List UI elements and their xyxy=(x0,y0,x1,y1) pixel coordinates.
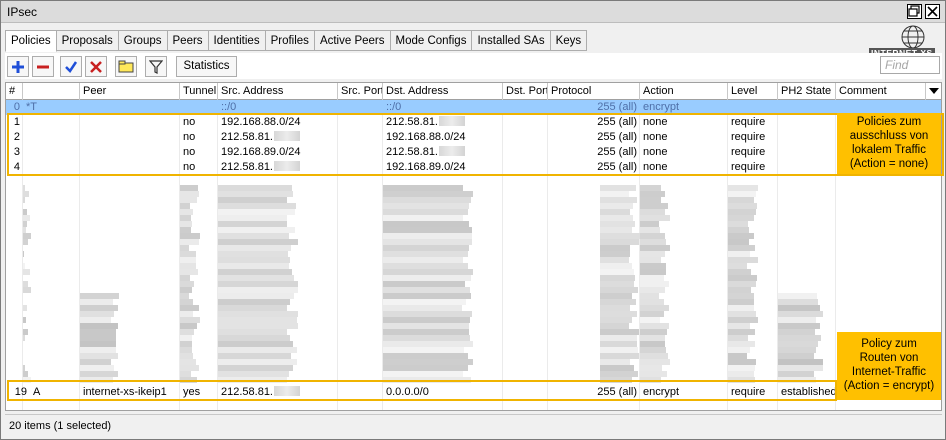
add-button[interactable] xyxy=(7,56,29,77)
redacted-block xyxy=(23,239,28,245)
column-chooser-button[interactable] xyxy=(926,83,941,100)
plus-icon xyxy=(12,60,24,73)
close-icon xyxy=(927,6,938,17)
minus-icon xyxy=(37,65,49,68)
filter-button[interactable] xyxy=(145,56,167,77)
filter-icon xyxy=(149,59,163,74)
redacted-block xyxy=(23,251,24,257)
col-header-level[interactable]: Level xyxy=(728,83,778,100)
check-icon xyxy=(65,60,78,73)
redacted-block xyxy=(23,305,27,311)
globe-icon xyxy=(901,25,925,49)
statistics-button[interactable]: Statistics xyxy=(176,56,237,77)
tab-mode-configs[interactable]: Mode Configs xyxy=(390,30,473,51)
col-header-dst-address[interactable]: Dst. Address xyxy=(383,83,503,100)
close-button[interactable] xyxy=(925,4,940,19)
tab-profiles[interactable]: Profiles xyxy=(265,30,315,51)
annotation-line: (Action = none) xyxy=(849,158,929,170)
highlight-internet-policy xyxy=(7,380,837,401)
cross-icon xyxy=(90,60,102,73)
annotation-line: Internet-Traffic xyxy=(851,366,927,378)
redacted-block xyxy=(23,317,26,323)
remove-button[interactable] xyxy=(32,56,54,77)
annotation-line: (Action = encrypt) xyxy=(843,380,935,392)
col-header-tunnel[interactable]: Tunnel xyxy=(180,83,218,100)
tab-installed-sas[interactable]: Installed SAs xyxy=(472,30,551,51)
ipsec-window: IPsec Policies Proposals Groups Peers Id… xyxy=(0,0,946,440)
col-header-peer[interactable]: Peer xyxy=(80,83,180,100)
annotation-line: ausschluss von xyxy=(849,130,929,142)
annotation-line: Policy zum xyxy=(861,338,917,350)
tab-groups[interactable]: Groups xyxy=(118,30,168,51)
annotation-local-traffic: Policies zum ausschluss von lokalem Traf… xyxy=(837,113,941,174)
tab-proposals[interactable]: Proposals xyxy=(56,30,119,51)
note-icon xyxy=(118,60,134,72)
redacted-block xyxy=(23,335,25,341)
status-text: 20 items (1 selected) xyxy=(9,420,112,432)
toolbar: Statistics xyxy=(5,53,942,79)
col-header-src-port[interactable]: Src. Port xyxy=(338,83,383,100)
col-header-comment[interactable]: Comment xyxy=(836,83,926,100)
tab-active-peers[interactable]: Active Peers xyxy=(314,30,391,51)
disable-button[interactable] xyxy=(85,56,107,77)
col-header-ph2-state[interactable]: PH2 State xyxy=(778,83,836,100)
table-header: # Peer Tunnel Src. Address Src. Port Dst… xyxy=(6,83,941,100)
col-header-action[interactable]: Action xyxy=(640,83,728,100)
restore-icon xyxy=(908,5,920,17)
status-bar: 20 items (1 selected) xyxy=(5,414,942,436)
tab-identities[interactable]: Identities xyxy=(208,30,266,51)
window-title: IPsec xyxy=(7,5,38,19)
annotation-internet-traffic: Policy zum Routen von Internet-Traffic (… xyxy=(837,332,941,400)
title-bar: IPsec xyxy=(1,1,945,23)
redacted-block xyxy=(23,269,30,275)
col-header-flags[interactable] xyxy=(23,83,80,100)
redacted-block xyxy=(23,197,25,203)
dropdown-arrow-icon xyxy=(929,88,939,94)
col-header-src-address[interactable]: Src. Address xyxy=(218,83,338,100)
highlight-local-policies xyxy=(7,113,944,176)
annotation-line: Policies zum xyxy=(856,116,922,128)
col-header-dst-port[interactable]: Dst. Port xyxy=(503,83,548,100)
restore-button[interactable] xyxy=(907,4,922,19)
annotation-line: Routen von xyxy=(859,352,919,364)
enable-button[interactable] xyxy=(60,56,82,77)
annotation-line: lokalem Traffic xyxy=(852,144,926,156)
col-header-protocol[interactable]: Protocol xyxy=(548,83,640,100)
redacted-block xyxy=(23,287,31,293)
tab-bar: Policies Proposals Groups Peers Identiti… xyxy=(5,30,588,52)
comment-button[interactable] xyxy=(115,56,137,77)
tab-policies[interactable]: Policies xyxy=(5,30,57,52)
tab-keys[interactable]: Keys xyxy=(550,30,588,51)
find-input[interactable] xyxy=(880,56,940,74)
tab-peers[interactable]: Peers xyxy=(167,30,209,51)
col-header-number[interactable]: # xyxy=(6,83,23,100)
